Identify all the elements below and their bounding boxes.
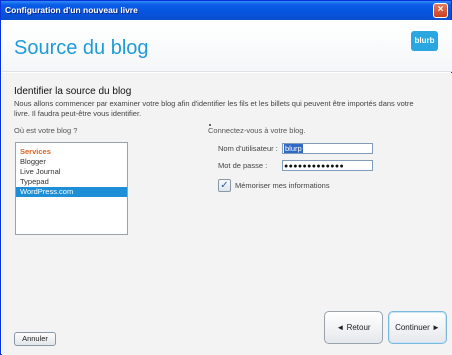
list-group-services: Services [20, 147, 51, 156]
blog-location-label: Où est votre blog ? [14, 126, 78, 135]
check-icon: ✓ [220, 180, 229, 191]
blurb-logo: blurb [411, 31, 438, 51]
username-value: blurp [284, 144, 303, 153]
login-label: Connectez-vous à votre blog. [208, 126, 306, 135]
list-item-livejournal[interactable]: Live Journal [16, 167, 127, 177]
close-button[interactable]: × [433, 3, 448, 18]
close-icon: × [437, 4, 444, 15]
list-item-wordpress[interactable]: WordPress.com [16, 187, 127, 197]
username-field[interactable]: blurp [282, 143, 373, 154]
setup-window: Configuration d'un nouveau livre × Sourc… [0, 0, 452, 355]
list-item-typepad[interactable]: Typepad [16, 177, 127, 187]
password-label: Mot de passe : [218, 161, 268, 170]
password-value: ●●●●●●●●●●●●● [284, 163, 345, 170]
continue-button[interactable]: Continuer ► [388, 311, 447, 344]
back-button[interactable]: ◄ Retour [324, 311, 383, 344]
remember-label: Mémoriser mes informations [235, 181, 330, 190]
intro-text: Nous allons commencer par examiner votre… [14, 99, 414, 118]
username-label: Nom d'utilisateur : [218, 144, 278, 153]
section-title: Identifier la source du blog [14, 86, 132, 97]
title-bar[interactable]: Configuration d'un nouveau livre × [1, 1, 451, 20]
blog-source-list[interactable]: Services Blogger Live Journal Typepad Wo… [15, 142, 128, 235]
window-title: Configuration d'un nouveau livre [5, 5, 138, 15]
list-item-blogger[interactable]: Blogger [16, 157, 127, 167]
page-title: Source du blog [14, 37, 149, 59]
page-header: Source du blog blurb [2, 20, 452, 72]
cancel-button[interactable]: Annuler [14, 332, 56, 346]
main-content: Identifier la source du blog Nous allons… [2, 73, 452, 355]
password-field[interactable]: ●●●●●●●●●●●●● [282, 160, 373, 171]
remember-checkbox[interactable]: ✓ [218, 179, 231, 192]
